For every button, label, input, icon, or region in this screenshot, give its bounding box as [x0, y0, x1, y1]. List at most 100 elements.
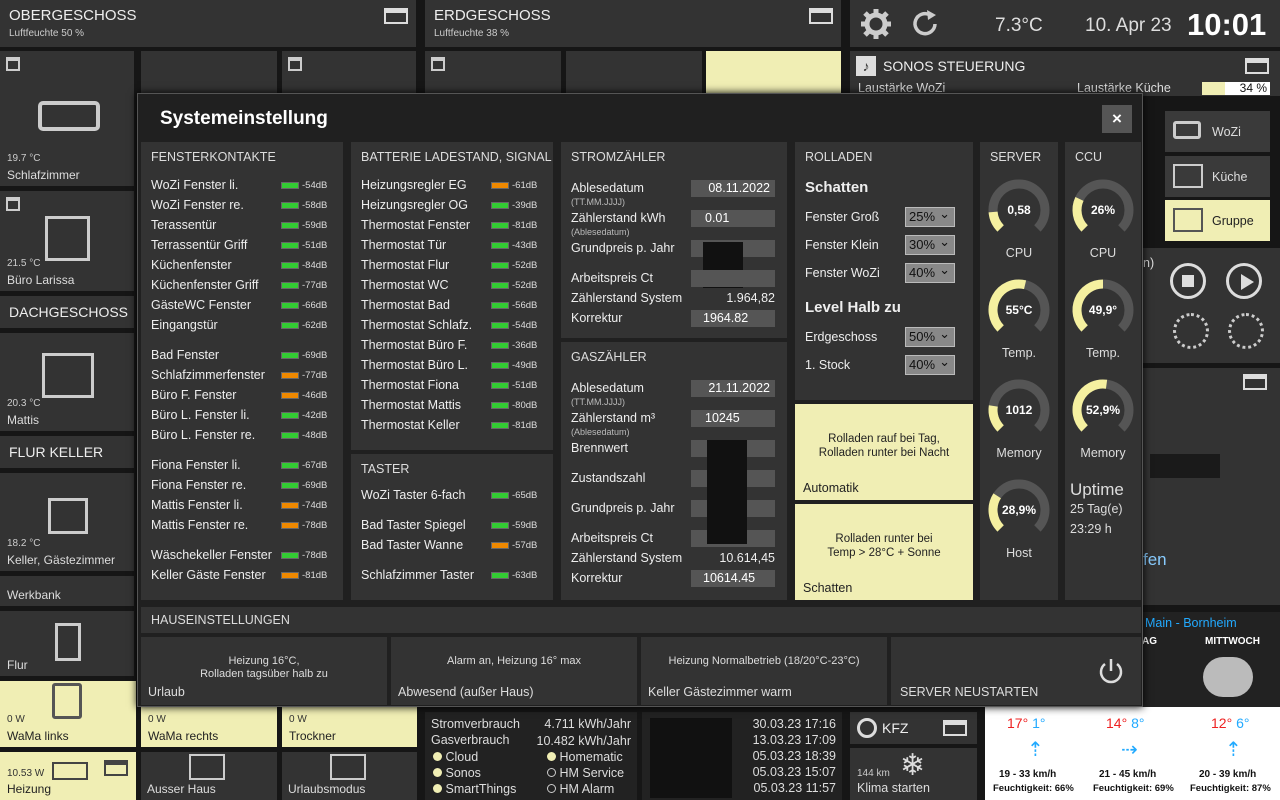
server-neustarten-button[interactable]: SERVER NEUSTARTEN — [891, 637, 1141, 705]
room-tile-eg-3[interactable] — [706, 51, 841, 93]
abwesend-button[interactable]: Alarm an, Heizung 16° max Abwesend (auße… — [391, 637, 637, 705]
room-tile-eg-1[interactable] — [425, 51, 561, 93]
signal-indicator: -39dB — [491, 200, 537, 211]
sonos-room-gruppe[interactable]: Gruppe — [1165, 200, 1270, 241]
strom-ablesedatum-input[interactable]: 08.11.2022 — [691, 180, 775, 197]
gas-zaehlerstand-input[interactable]: 10245 — [691, 410, 775, 427]
volume-kueche-slider[interactable]: 34 % — [1202, 81, 1270, 95]
right-side-panel: fen — [1143, 368, 1280, 605]
event-date: 05.03.23 15:07 — [752, 765, 836, 779]
trash-icon[interactable] — [431, 57, 445, 71]
sonos-controls: n) — [1143, 248, 1280, 363]
signal-indicator: -58dB — [281, 200, 327, 211]
window-icon[interactable] — [809, 8, 833, 24]
strom-korrektur-input[interactable]: 1964.82 — [691, 310, 775, 327]
sofa-icon — [38, 101, 100, 131]
strom-zaehlerstand-input[interactable]: 0.01 — [691, 210, 775, 227]
consumption-panel: Stromverbrauch 4.711 kWh/Jahr Gasverbrau… — [425, 712, 637, 800]
room-buero-larissa[interactable]: 21.5 °C Büro Larissa — [0, 191, 134, 291]
sonos-room-kueche[interactable]: Küche — [1165, 156, 1270, 197]
select-fenster-klein[interactable]: 30% — [905, 233, 955, 255]
select-fenster-gross[interactable]: 25% — [905, 205, 955, 227]
music-icon: ♪ — [856, 56, 876, 76]
service-sonos: Sonos — [433, 766, 481, 780]
battery-icon — [281, 241, 299, 249]
refresh-icon[interactable] — [910, 9, 940, 39]
rolladen-automatik-button[interactable]: Rolladen rauf bei Tag, Rolladen runter b… — [795, 404, 973, 500]
trash-icon[interactable] — [288, 57, 302, 71]
device-name: Terrassentür Griff — [151, 238, 248, 252]
room-werkbank[interactable]: Werkbank — [0, 576, 134, 606]
volume-down-button[interactable] — [1173, 313, 1209, 349]
trockner-tile[interactable]: 0 W Trockner — [282, 707, 417, 747]
urlaubsmodus-tile[interactable]: Urlaubsmodus — [282, 752, 417, 800]
sonos-panel: ♪ SONOS STEUERUNG Laustärke WoZi Laustär… — [850, 51, 1280, 96]
gauge-label: Temp. — [1085, 346, 1121, 360]
window-icon[interactable] — [104, 760, 128, 776]
gear-icon[interactable] — [860, 8, 892, 40]
signal-indicator: -57dB — [491, 540, 537, 551]
signal-indicator: -42dB — [281, 410, 327, 421]
battery-icon — [281, 301, 299, 309]
room-mattis[interactable]: 20.3 °C Mattis — [0, 333, 134, 431]
gas-ablesedatum-input[interactable]: 21.11.2022 — [691, 380, 775, 397]
gauge-value: 55°C — [1005, 303, 1033, 317]
signal-indicator: -49dB — [491, 360, 537, 371]
select-level-1-stock[interactable]: 40% — [905, 353, 955, 375]
device-name: Bad Fenster — [151, 348, 220, 362]
trash-icon[interactable] — [6, 197, 20, 211]
trash-icon[interactable] — [6, 57, 20, 71]
window-icon[interactable] — [943, 720, 967, 736]
battery-icon — [281, 281, 299, 289]
sofa-icon — [1173, 121, 1201, 139]
keller-gaestezimmer-warm-button[interactable]: Heizung Normalbetrieb (18/20°C-23°C) Kel… — [641, 637, 887, 705]
window-icon[interactable] — [1243, 374, 1267, 390]
room-tile-og-3[interactable] — [282, 51, 416, 93]
room-tile-og-2[interactable] — [141, 51, 277, 93]
volume-up-button[interactable] — [1228, 313, 1264, 349]
select-fenster-wozi[interactable]: 40% — [905, 261, 955, 283]
gaszaehler-panel: GASZÄHLER Ablesedatum (TT.MM.JJJJ) 21.11… — [561, 342, 787, 600]
window-icon[interactable] — [384, 8, 408, 24]
rolladen-schatten-button[interactable]: Rolladen runter bei Temp > 28°C + Sonne … — [795, 504, 973, 600]
urlaub-button[interactable]: Heizung 16°C, Rolladen tagsüber halb zu … — [141, 637, 387, 705]
kfz-header[interactable]: KFZ — [850, 712, 977, 744]
battery-icon — [491, 381, 509, 389]
uptime-label: Uptime — [1070, 480, 1124, 499]
service-cloud: Cloud — [433, 750, 478, 764]
service-smartthings: SmartThings — [433, 782, 516, 796]
device-name: Bad Taster Spiegel — [361, 518, 466, 532]
battery-icon — [491, 521, 509, 529]
ausser-haus-tile[interactable]: Ausser Haus — [141, 752, 277, 800]
gauge-label: Host — [1006, 546, 1032, 560]
play-button[interactable] — [1226, 263, 1262, 299]
room-tile-eg-2[interactable] — [566, 51, 702, 93]
room-schlafzimmer[interactable]: 19.7 °C Schlafzimmer — [0, 51, 134, 186]
kitchen-icon — [1173, 164, 1203, 188]
stop-button[interactable] — [1170, 263, 1206, 299]
erdgeschoss-header[interactable]: ERDGESCHOSS Luftfeuchte 38 % — [425, 0, 841, 47]
close-button[interactable]: × — [1102, 105, 1132, 133]
signal-indicator: -69dB — [281, 350, 327, 361]
window-icon[interactable] — [1245, 58, 1269, 74]
wama-links-tile[interactable]: 0 W WaMa links — [0, 681, 136, 747]
erdgeschoss-humidity: Luftfeuchte 38 % — [434, 28, 510, 39]
select-level-erdgeschoss[interactable]: 50% — [905, 325, 955, 347]
klima-start-tile[interactable]: 144 km ❄ Klima starten — [850, 748, 977, 800]
strom-arbeitspreis-input[interactable] — [691, 270, 775, 287]
heizung-tile[interactable]: 10.53 W Heizung — [0, 752, 136, 800]
room-flur[interactable]: Flur — [0, 611, 134, 676]
obergeschoss-header[interactable]: OBERGESCHOSS Luftfeuchte 50 % — [0, 0, 416, 47]
hauseinstellungen-header: HAUSEINSTELLUNGEN — [141, 607, 1141, 633]
device-name: WoZi Taster 6-fach — [361, 488, 466, 502]
gas-korrektur-input[interactable]: 10614.45 — [691, 570, 775, 587]
battery-icon — [491, 571, 509, 579]
sonos-room-wozi[interactable]: WoZi — [1165, 111, 1270, 152]
wama-rechts-tile[interactable]: 0 W WaMa rechts — [141, 707, 277, 747]
signal-indicator: -62dB — [281, 320, 327, 331]
status-bar: 7.3°C 10. Apr 23 10:01 — [850, 0, 1280, 47]
dialog-title: Systemeinstellung — [160, 108, 328, 129]
signal-indicator: -84dB — [281, 260, 327, 271]
room-keller-gaestezimmer[interactable]: 18.2 °C Keller, Gästezimmer — [0, 473, 134, 571]
signal-indicator: -54dB — [491, 320, 537, 331]
